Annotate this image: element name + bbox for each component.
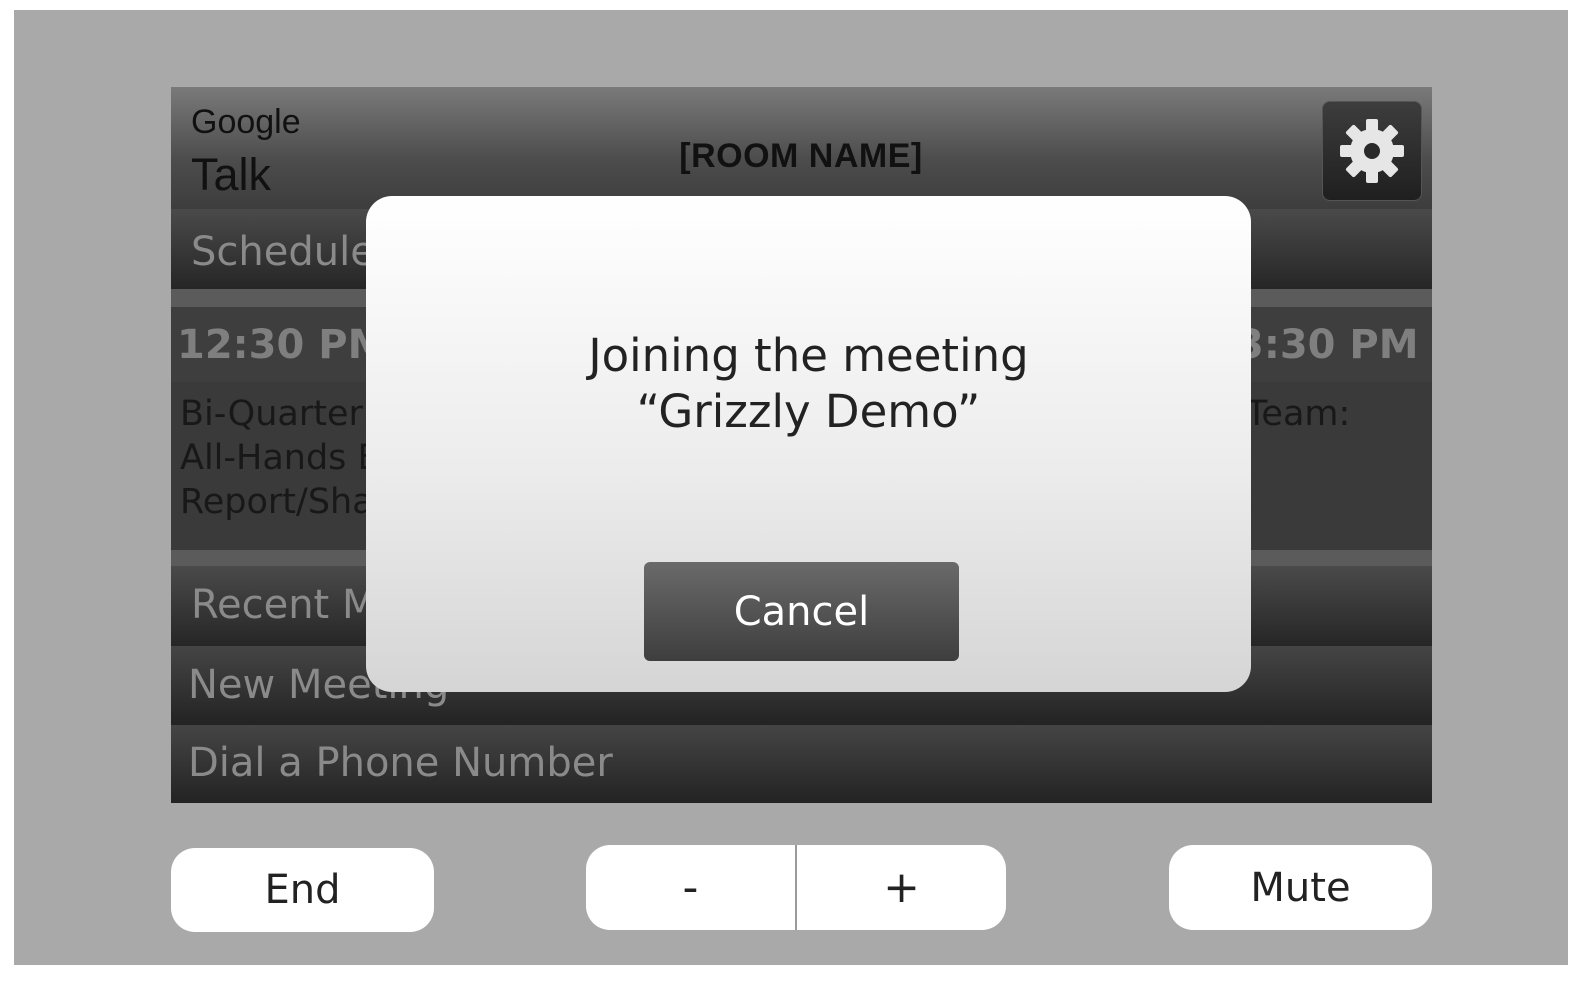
meeting-title-line: Report/Sha xyxy=(180,482,370,522)
brand-talk-text: Talk xyxy=(191,149,272,200)
joining-meeting-dialog: Joining the meeting “Grizzly Demo” Cance… xyxy=(366,196,1251,692)
gear-icon xyxy=(1340,119,1404,183)
dialog-message-line1: Joining the meeting xyxy=(588,329,1029,382)
meeting-time-left: 12:30 PM xyxy=(177,322,388,368)
brand-google-text: Google xyxy=(191,103,301,141)
volume-down-button[interactable]: - xyxy=(586,845,795,930)
meeting-title-line: Bi-Quarterly xyxy=(180,394,370,434)
volume-up-button[interactable]: + xyxy=(797,845,1006,930)
dialog-message-line2: “Grizzly Demo” xyxy=(636,385,981,438)
meeting-title-line: All-Hands E xyxy=(180,438,370,478)
meeting-title-line: Team: xyxy=(1246,394,1351,434)
top-bar: Google Talk [ROOM NAME] xyxy=(171,87,1432,209)
dial-phone-number-item[interactable]: Dial a Phone Number xyxy=(171,725,1432,803)
end-call-button[interactable]: End xyxy=(171,848,434,932)
mute-button[interactable]: Mute xyxy=(1169,845,1432,930)
volume-control: - + xyxy=(586,845,1006,930)
meeting-card-left[interactable]: Bi-Quarterly All-Hands E Report/Sha xyxy=(180,392,370,524)
settings-button[interactable] xyxy=(1322,101,1422,201)
dialog-message: Joining the meeting “Grizzly Demo” xyxy=(366,328,1251,440)
cancel-button[interactable]: Cancel xyxy=(644,562,959,661)
room-name: [ROOM NAME] xyxy=(679,137,923,175)
meeting-time-right: 3:30 PM xyxy=(1236,322,1419,368)
meeting-card-right[interactable]: Team: xyxy=(1246,392,1350,436)
